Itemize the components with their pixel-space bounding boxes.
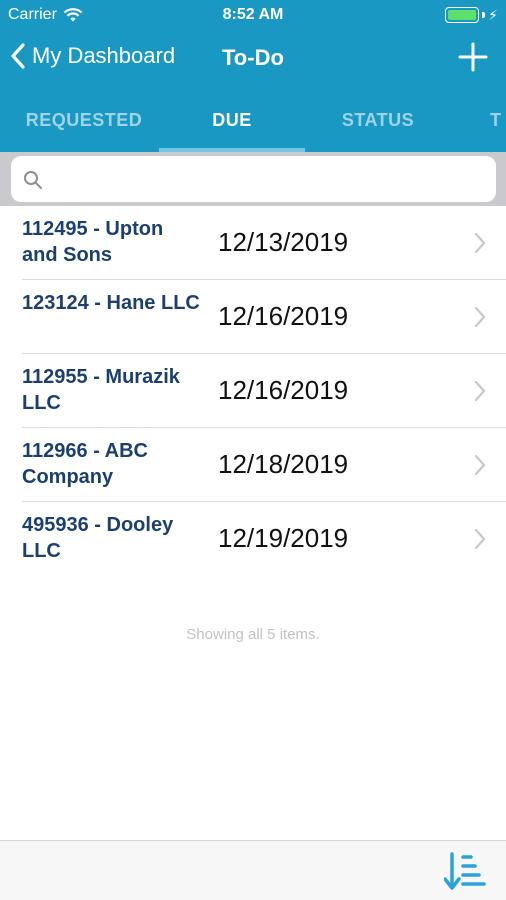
navigation-bar: My Dashboard To-Do xyxy=(0,34,506,80)
item-due-date: 12/16/2019 xyxy=(218,301,349,331)
app-header: Carrier 8:52 AM ⚡ My Dashboard To-Do REQ… xyxy=(0,0,506,152)
tab-requested[interactable]: REQUESTED xyxy=(0,98,168,152)
list-item[interactable]: 123124 - Hane LLC 12/16/2019 xyxy=(0,280,506,354)
tab-bar: REQUESTED DUE STATUS T xyxy=(0,98,506,152)
chevron-left-icon xyxy=(11,43,25,69)
chevron-right-icon xyxy=(474,528,486,550)
plus-icon[interactable] xyxy=(458,42,488,72)
item-title: 112966 - ABC Company xyxy=(22,440,148,488)
search-input[interactable] xyxy=(51,164,481,194)
tab-due[interactable]: DUE xyxy=(159,98,305,152)
back-button-label: My Dashboard xyxy=(32,43,176,68)
chevron-right-icon xyxy=(474,306,486,328)
chevron-right-icon xyxy=(474,454,486,476)
item-due-date: 12/16/2019 xyxy=(218,375,349,405)
page-title: To-Do xyxy=(222,45,284,70)
battery-level xyxy=(448,10,477,20)
battery-indicator: ⚡ xyxy=(445,7,498,23)
item-due-date: 12/13/2019 xyxy=(218,227,349,257)
clock: 8:52 AM xyxy=(222,6,284,23)
list-item[interactable]: 495936 - Dooley LLC 12/19/2019 xyxy=(0,502,506,576)
search-icon xyxy=(24,171,42,189)
bottom-toolbar xyxy=(0,840,506,900)
list-item[interactable]: 112966 - ABC Company 12/18/2019 xyxy=(0,428,506,502)
chevron-right-icon xyxy=(474,232,486,254)
list-item[interactable]: 112495 - Upton and Sons 12/13/2019 xyxy=(0,206,506,280)
search-box[interactable] xyxy=(11,156,496,202)
tab-status[interactable]: STATUS xyxy=(305,98,451,152)
item-due-date: 12/18/2019 xyxy=(218,449,349,479)
tab-partial[interactable]: T xyxy=(490,98,506,152)
charging-bolt-icon: ⚡ xyxy=(488,7,498,23)
search-bar xyxy=(0,152,506,206)
sort-descending-icon[interactable] xyxy=(444,851,486,893)
status-bar: Carrier 8:52 AM ⚡ xyxy=(0,0,506,30)
list-item[interactable]: 112955 - Murazik LLC 12/16/2019 xyxy=(0,354,506,428)
item-count-summary: Showing all 5 items. xyxy=(186,626,320,643)
item-title: 123124 - Hane LLC xyxy=(22,292,200,314)
item-title: 112495 - Upton and Sons xyxy=(22,218,164,266)
chevron-right-icon xyxy=(474,380,486,402)
item-title: 112955 - Murazik LLC xyxy=(22,366,180,414)
item-due-date: 12/19/2019 xyxy=(218,523,349,553)
item-title: 495936 - Dooley LLC xyxy=(22,514,174,562)
back-button[interactable]: My Dashboard xyxy=(10,42,175,70)
battery-icon xyxy=(445,7,480,23)
todo-list: 112495 - Upton and Sons 12/13/2019 12312… xyxy=(0,206,506,576)
battery-tip xyxy=(482,12,486,18)
